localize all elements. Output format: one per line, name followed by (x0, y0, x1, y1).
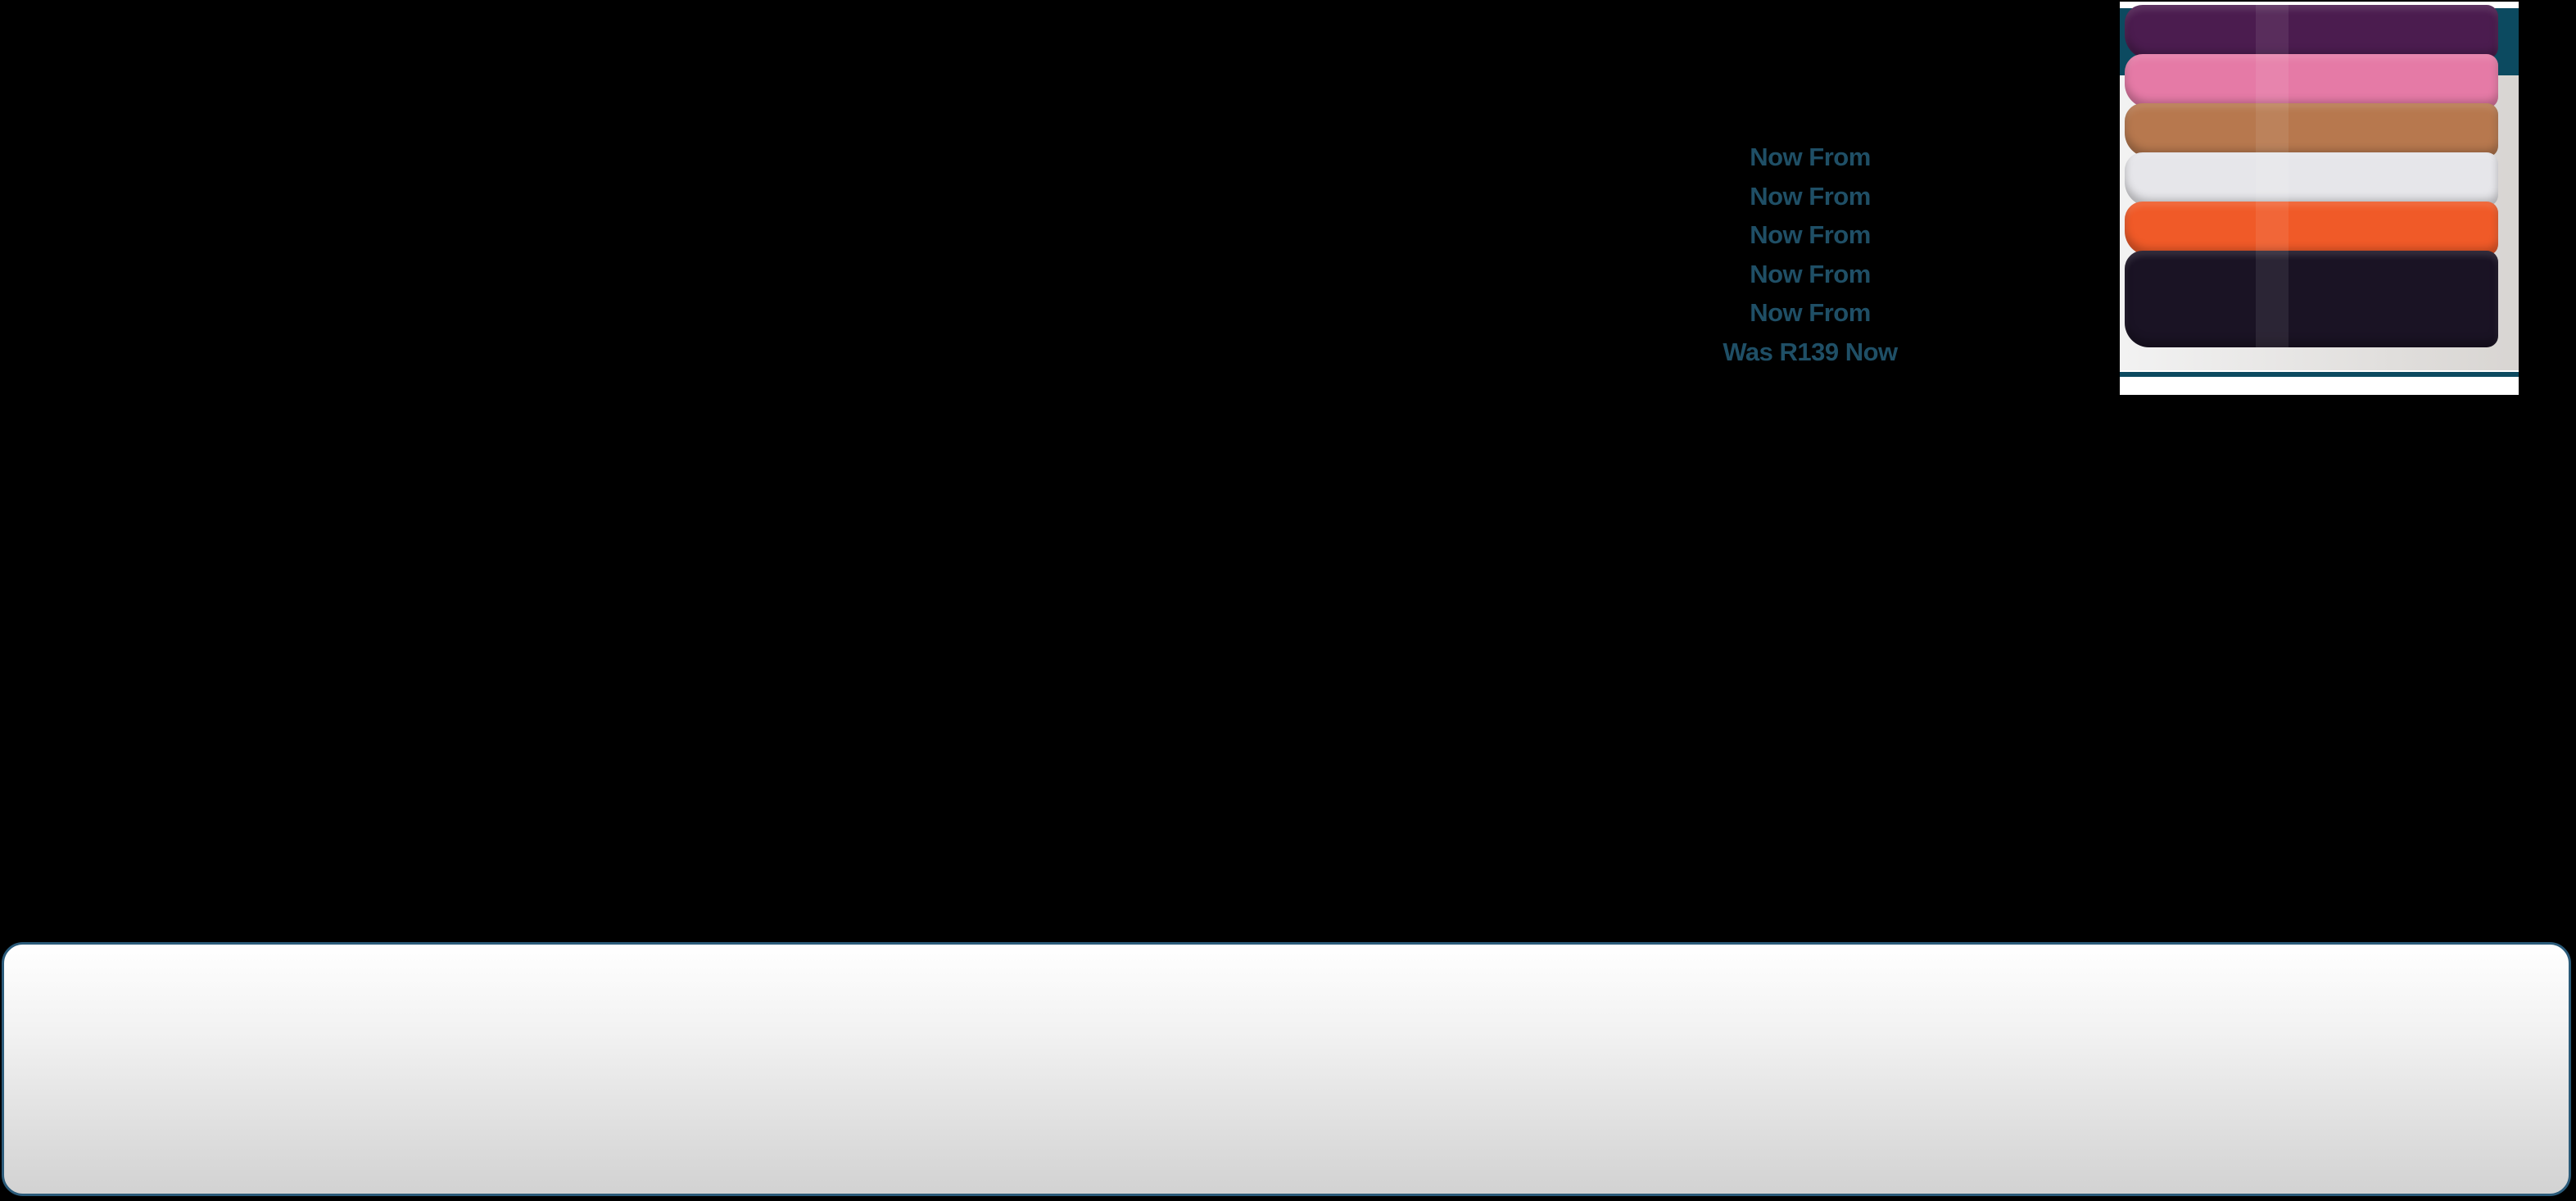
towel-band (2256, 152, 2289, 206)
towel-2 (2125, 54, 2498, 108)
price-line-4: Now From (1750, 259, 1871, 288)
towel-5 (2125, 202, 2498, 256)
bottom-panel (2, 942, 2571, 1196)
price-line-1: Now From (1750, 143, 1871, 171)
towel-stack-image (2120, 2, 2519, 395)
price-line-2: Now From (1750, 181, 1871, 211)
towel-band (2256, 54, 2289, 108)
price-line-6: Was R139 Now (1723, 337, 1898, 366)
image-bottom-band (2120, 372, 2519, 377)
towel-3 (2125, 103, 2498, 157)
towel-1 (2125, 5, 2498, 59)
towel-band (2256, 5, 2289, 59)
towel-band (2256, 103, 2289, 157)
price-list: Now From Now From Now From Now From Now … (1687, 138, 1933, 371)
towel-band (2256, 251, 2289, 347)
towel-4 (2125, 152, 2498, 206)
towel-6 (2125, 251, 2498, 347)
price-line-5: Now From (1750, 298, 1871, 327)
price-line-3: Now From (1750, 220, 1871, 249)
towel-band (2256, 202, 2289, 256)
